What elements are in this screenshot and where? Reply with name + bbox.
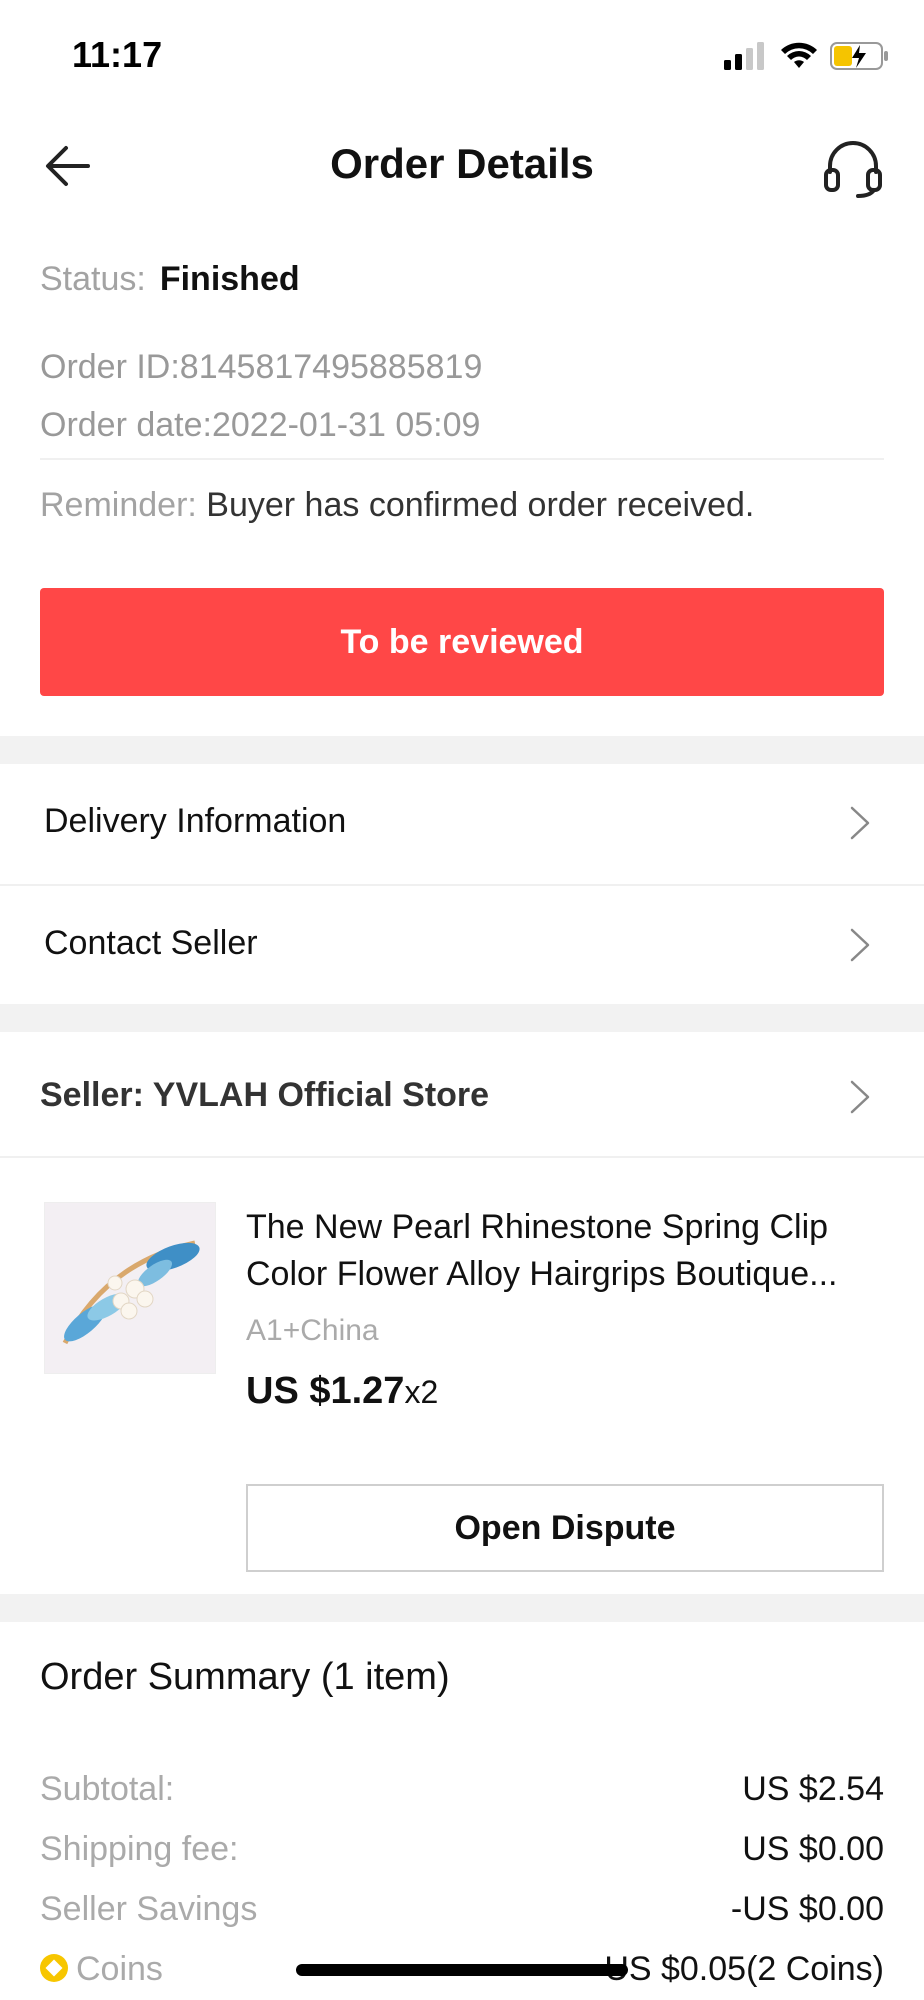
order-status: Status: Finished (40, 260, 300, 299)
contact-seller-label: Contact Seller (44, 924, 258, 962)
status-label: Status: (40, 260, 146, 298)
chevron-right-icon (850, 806, 870, 840)
summary-value: -US $0.00 (730, 1890, 884, 1928)
summary-label: Shipping fee: (40, 1830, 239, 1868)
status-time: 11:17 (72, 34, 163, 75)
order-reminder: Reminder: Buyer has confirmed order rece… (40, 486, 754, 525)
product-title-line: Color Flower Alloy Hairgrips Boutique... (246, 1255, 838, 1293)
summary-label: Seller Savings (40, 1890, 258, 1928)
product-variant: A1+China (246, 1314, 379, 1347)
product-title-line: The New Pearl Rhinestone Spring Clip (246, 1208, 829, 1246)
customer-service-button[interactable] (818, 132, 888, 202)
seller-row[interactable]: Seller: YVLAH Official Store (0, 1036, 924, 1156)
wifi-icon (781, 42, 817, 68)
divider (0, 1156, 924, 1158)
signal-icon (724, 42, 764, 70)
divider (40, 458, 884, 460)
product-price: US $1.27x2 (246, 1370, 438, 1413)
order-id: Order ID:8145817495885819 (40, 348, 483, 386)
status-value: Finished (159, 260, 300, 298)
section-gap (0, 736, 924, 764)
summary-value: US $0.05(2 Coins) (604, 1950, 884, 1988)
price-amount: US $1.27 (246, 1370, 405, 1412)
to-be-reviewed-button[interactable]: To be reviewed (40, 588, 884, 696)
summary-label-coins: Coins (40, 1950, 163, 1989)
hair-clip-image (45, 1203, 215, 1373)
nav-bar: Order Details (0, 110, 924, 220)
summary-label: Coins (76, 1950, 163, 1988)
seller-name: Seller: YVLAH Official Store (40, 1076, 490, 1114)
status-bar: 11:17 (0, 0, 924, 110)
contact-seller-row[interactable]: Contact Seller (0, 886, 924, 1004)
delivery-information-label: Delivery Information (44, 802, 347, 840)
reminder-text: Buyer has confirmed order received. (206, 486, 755, 524)
headset-icon (824, 141, 882, 198)
section-gap (0, 1594, 924, 1622)
product-title[interactable]: The New Pearl Rhinestone Spring Clip Col… (246, 1204, 886, 1298)
product-image[interactable] (44, 1202, 216, 1374)
home-indicator (296, 1964, 628, 1976)
summary-label: Subtotal: (40, 1770, 175, 1808)
page-title: Order Details (330, 140, 594, 187)
summary-row-subtotal: Subtotal: US $2.54 (40, 1770, 884, 1814)
summary-value: US $2.54 (742, 1770, 884, 1808)
price-quantity: x2 (404, 1374, 439, 1410)
section-gap (0, 1004, 924, 1032)
summary-row-seller-savings: Seller Savings -US $0.00 (40, 1890, 884, 1934)
coin-icon (40, 1954, 68, 1983)
summary-row-shipping: Shipping fee: US $0.00 (40, 1830, 884, 1874)
status-icons (724, 38, 890, 74)
open-dispute-button[interactable]: Open Dispute (246, 1484, 884, 1572)
reminder-label: Reminder: (40, 486, 197, 524)
battery-charging-icon (830, 42, 888, 70)
chevron-right-icon (850, 928, 870, 962)
summary-value: US $0.00 (742, 1830, 884, 1868)
chevron-right-icon (850, 1080, 870, 1114)
delivery-information-row[interactable]: Delivery Information (0, 764, 924, 882)
order-date: Order date:2022-01-31 05:09 (40, 406, 481, 444)
order-summary-title: Order Summary (1 item) (40, 1656, 450, 1698)
